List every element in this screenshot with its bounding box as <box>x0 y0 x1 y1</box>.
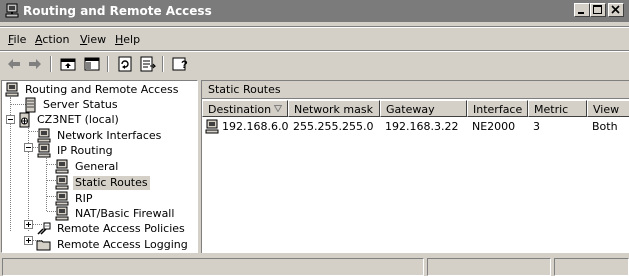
column-label: Metric <box>534 103 569 116</box>
column-label: Destination <box>208 103 272 116</box>
export-list-icon <box>140 56 157 72</box>
help-icon: ? <box>172 57 188 71</box>
status-panel <box>554 258 629 276</box>
divider <box>0 51 629 52</box>
nat-firewall-icon <box>54 206 70 222</box>
cell-metric: 3 <box>533 120 540 133</box>
column-headers: Destination Network mask Gateway Interfa… <box>202 100 629 117</box>
table-row[interactable]: 192.168.6.0 255.255.255.0 192.168.3.22 N… <box>202 119 629 135</box>
tree-label: Routing and Remote Access <box>25 83 179 96</box>
maximize-button[interactable] <box>590 3 606 17</box>
status-panel <box>427 258 551 276</box>
tree-label: Static Routes <box>73 176 150 190</box>
status-bar <box>0 256 629 276</box>
mmc-window: Routing and Remote Access File Action Vi… <box>0 0 629 276</box>
refresh-icon <box>118 56 132 72</box>
menu-bar: File Action View Help <box>0 33 629 49</box>
tree-label: IP Routing <box>57 144 113 157</box>
expand-button[interactable] <box>24 220 33 229</box>
column-header-view[interactable]: View <box>587 100 629 117</box>
policies-icon <box>36 221 52 237</box>
minimize-icon <box>578 12 584 14</box>
server-icon <box>16 112 32 128</box>
menu-action[interactable]: Action <box>35 33 69 46</box>
cell-view: Both <box>592 120 618 133</box>
forward-button[interactable] <box>25 54 45 74</box>
details-header: Static Routes <box>202 81 629 99</box>
forward-icon <box>29 59 41 69</box>
menu-view[interactable]: View <box>80 33 106 46</box>
collapse-button[interactable] <box>24 143 33 152</box>
ip-routing-icon <box>36 143 52 159</box>
details-title: Static Routes <box>208 83 281 96</box>
column-label: Interface <box>473 103 523 116</box>
tree-label: Server Status <box>43 98 118 111</box>
toolbar: ? <box>0 53 629 75</box>
back-button[interactable] <box>4 54 24 74</box>
static-routes-icon <box>54 175 70 191</box>
cell-gateway: 192.168.3.22 <box>385 120 459 133</box>
up-folder-icon <box>60 58 76 71</box>
help-button[interactable]: ? <box>170 54 190 74</box>
tree-label: NAT/Basic Firewall <box>75 207 175 220</box>
details-pane: Static Routes Destination Network mask G… <box>201 80 629 253</box>
toolbar-separator <box>107 56 109 72</box>
show-hide-tree-icon <box>84 57 100 71</box>
folder-icon <box>36 237 52 252</box>
collapse-button[interactable] <box>6 115 15 124</box>
toolbar-separator <box>50 56 52 72</box>
toolbar-separator <box>162 56 164 72</box>
column-header-network-mask[interactable]: Network mask <box>288 100 380 117</box>
network-interfaces-icon <box>36 128 52 144</box>
menu-help[interactable]: Help <box>115 33 140 46</box>
maximize-icon <box>593 5 602 14</box>
tree-label: Network Interfaces <box>57 129 162 142</box>
up-one-level-button[interactable] <box>58 54 78 74</box>
window-title: Routing and Remote Access <box>23 4 212 18</box>
column-label: View <box>593 103 620 116</box>
back-icon <box>8 59 20 69</box>
column-label: Network mask <box>294 103 373 116</box>
column-header-gateway[interactable]: Gateway <box>380 100 467 117</box>
rras-root-icon <box>4 82 20 98</box>
title-bar[interactable]: Routing and Remote Access <box>0 0 629 22</box>
column-label: Gateway <box>386 103 435 116</box>
expand-button[interactable] <box>24 236 33 245</box>
status-panel <box>2 258 424 276</box>
svg-text:?: ? <box>181 59 188 71</box>
menu-file[interactable]: File <box>8 33 26 46</box>
export-list-button[interactable] <box>138 54 158 74</box>
close-button[interactable] <box>608 3 624 17</box>
route-icon <box>204 119 220 138</box>
refresh-button[interactable] <box>115 54 135 74</box>
tree-label: General <box>75 160 119 173</box>
cell-interface: NE2000 <box>472 120 516 133</box>
sort-arrow-icon <box>274 105 282 112</box>
tree-label: Remote Access Policies <box>57 222 185 235</box>
minimize-button[interactable] <box>574 3 590 17</box>
tree-label: CZ3NET (local) <box>37 113 119 126</box>
rras-app-icon[interactable] <box>4 3 20 19</box>
column-header-interface[interactable]: Interface <box>467 100 528 117</box>
divider <box>0 27 629 28</box>
column-header-destination[interactable]: Destination <box>202 100 288 117</box>
cell-network-mask: 255.255.255.0 <box>293 120 374 133</box>
cell-destination: 192.168.6.0 <box>222 120 289 133</box>
show-hide-tree-button[interactable] <box>82 54 102 74</box>
tree-label: RIP <box>75 192 93 205</box>
rip-icon <box>54 191 70 207</box>
general-icon <box>54 159 70 175</box>
console-tree: Routing and Remote Access Server Status … <box>1 80 198 253</box>
server-status-icon <box>22 97 38 113</box>
tree-label: Remote Access Logging <box>57 238 188 251</box>
close-icon <box>611 5 620 14</box>
column-header-metric[interactable]: Metric <box>528 100 587 117</box>
